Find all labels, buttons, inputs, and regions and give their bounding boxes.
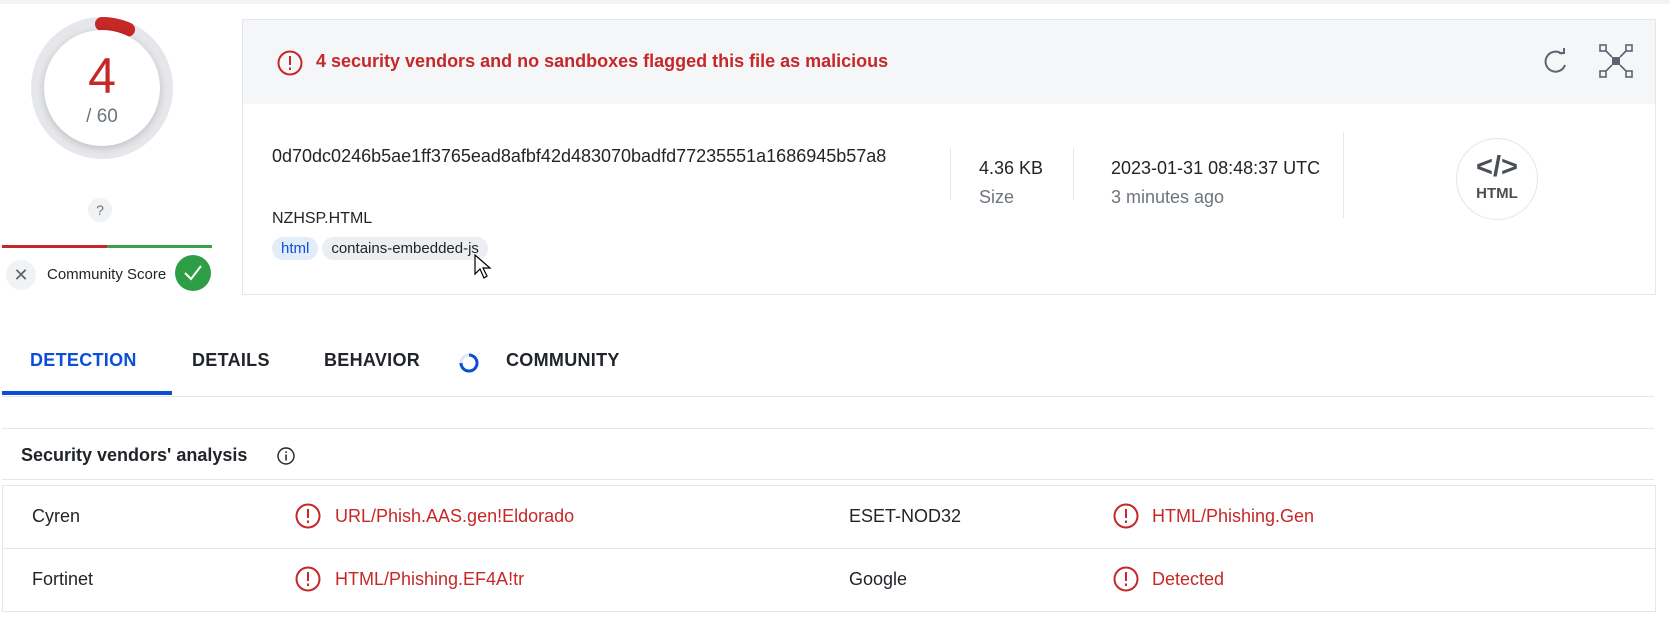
- divider: [950, 148, 951, 200]
- file-hash[interactable]: 0d70dc0246b5ae1ff3765ead8afbf42d483070ba…: [272, 142, 892, 171]
- alert-circle-icon: [295, 503, 321, 529]
- vendors-table: Cyren URL/Phish.AAS.gen!Eldorado ESET-NO…: [2, 485, 1656, 612]
- tab-detection[interactable]: DETECTION: [30, 350, 137, 371]
- active-tab-indicator: [2, 391, 172, 395]
- file-summary-card: 4 security vendors and no sandboxes flag…: [242, 19, 1656, 295]
- malicious-alert-bar: 4 security vendors and no sandboxes flag…: [243, 20, 1655, 104]
- top-border: [0, 0, 1670, 4]
- alert-circle-icon: [1113, 566, 1139, 592]
- vendors-section-header: Security vendors' analysis: [2, 428, 1654, 480]
- alert-circle-icon: [277, 50, 303, 76]
- community-score-label: Community Score: [47, 266, 167, 283]
- harmful-votes-bar: [2, 245, 107, 248]
- community-score-value: ?: [88, 198, 112, 222]
- tab-details[interactable]: DETAILS: [192, 350, 270, 371]
- alert-message: 4 security vendors and no sandboxes flag…: [316, 51, 889, 71]
- vendor-result: Detected: [1152, 569, 1225, 589]
- file-type-label: HTML: [1476, 185, 1518, 202]
- close-icon: ✕: [13, 265, 29, 285]
- harmless-votes-bar: [107, 245, 212, 248]
- divider: [1343, 132, 1344, 218]
- vendor-name: Cyren: [32, 506, 81, 526]
- vendors-section-title: Security vendors' analysis: [21, 445, 248, 465]
- file-size-label: Size: [979, 187, 1015, 207]
- report-tabs: DETECTION DETAILS BEHAVIOR COMMUNITY: [2, 330, 1654, 397]
- check-icon: [184, 265, 202, 281]
- file-size: 4.36 KB: [979, 158, 1044, 178]
- vote-malicious-button[interactable]: ✕: [6, 260, 36, 290]
- vendor-result: HTML/Phishing.Gen: [1152, 506, 1315, 526]
- engine-total: / 60: [86, 106, 118, 127]
- mouse-cursor-icon: [474, 254, 492, 279]
- vendor-name: Fortinet: [32, 569, 94, 589]
- vendor-result: URL/Phish.AAS.gen!Eldorado: [335, 506, 575, 526]
- graph-view-icon[interactable]: [1599, 44, 1633, 78]
- alert-circle-icon: [295, 566, 321, 592]
- analysis-relative-time: 3 minutes ago: [1111, 187, 1225, 207]
- tab-community[interactable]: COMMUNITY: [506, 350, 620, 371]
- tag-html[interactable]: html: [272, 237, 319, 260]
- vendor-result: HTML/Phishing.EF4A!tr: [335, 569, 525, 589]
- vendor-name: Google: [849, 569, 908, 589]
- reanalyze-icon[interactable]: [1540, 46, 1572, 78]
- community-score-bar: [2, 245, 212, 248]
- info-icon[interactable]: [276, 446, 296, 466]
- score-center: 4 / 60: [44, 30, 160, 146]
- file-type-icon: </> HTML: [1456, 138, 1538, 220]
- alert-circle-icon: [1113, 503, 1139, 529]
- tab-behavior[interactable]: BEHAVIOR: [324, 350, 420, 371]
- file-name: NZHSP.HTML: [272, 210, 373, 227]
- file-tags: html contains-embedded-js: [272, 237, 492, 260]
- detection-count: 4: [88, 48, 116, 104]
- detection-score-ring: 4 / 60: [30, 16, 174, 160]
- tag-contains-embedded-js[interactable]: contains-embedded-js: [322, 237, 488, 260]
- vote-harmless-button[interactable]: [175, 255, 211, 291]
- analysis-date: 2023-01-31 08:48:37 UTC: [1111, 158, 1321, 178]
- table-row: Fortinet HTML/Phishing.EF4A!tr Google De…: [3, 549, 1655, 612]
- divider: [1073, 148, 1074, 200]
- table-row: Cyren URL/Phish.AAS.gen!Eldorado ESET-NO…: [3, 486, 1655, 549]
- vendor-name: ESET-NOD32: [849, 506, 962, 526]
- code-glyph: </>: [1476, 151, 1518, 183]
- loading-spinner-icon: [459, 353, 479, 373]
